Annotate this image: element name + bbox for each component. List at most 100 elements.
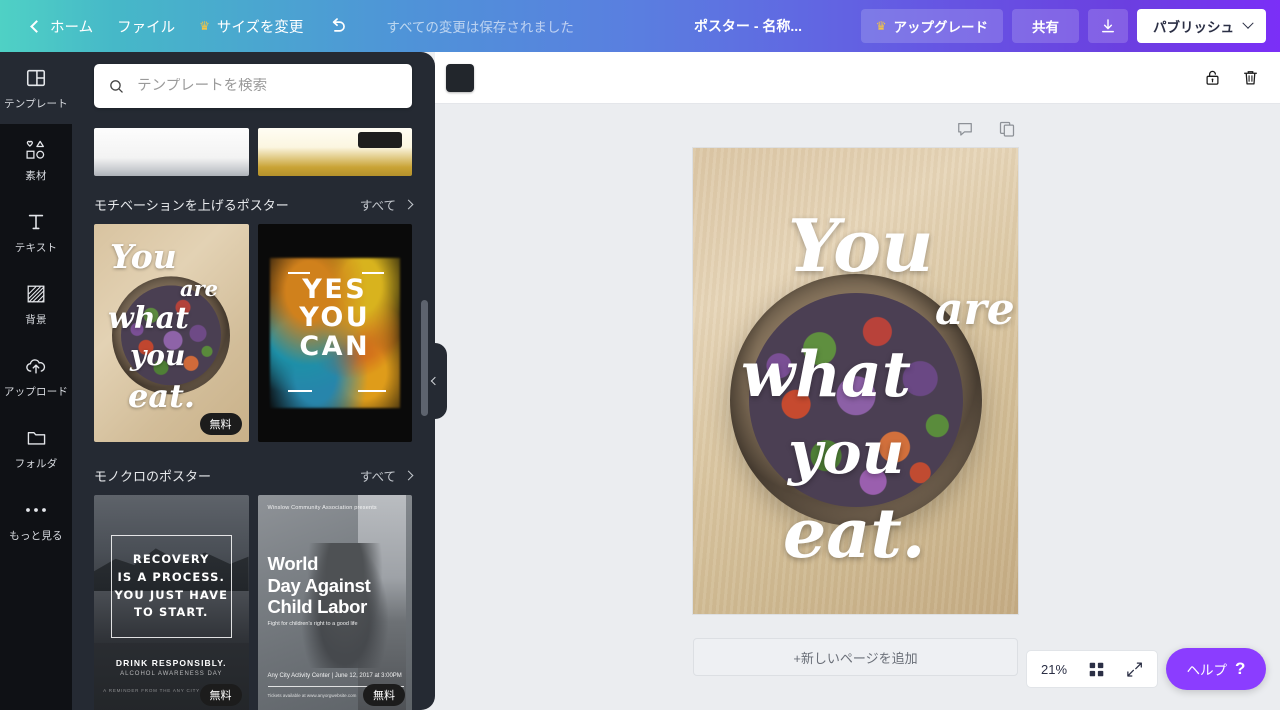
duplicate-icon [999,121,1015,137]
sidebar-label-templates: テンプレート [4,97,68,110]
unlock-icon [1205,70,1219,85]
color-swatch-button[interactable] [446,63,474,92]
sidebar-label-text: テキスト [14,241,58,254]
home-label: ホーム [50,19,94,36]
section-header-motivational: モチベーションを上げるポスター すべて [94,191,414,217]
download-button[interactable] [1088,9,1128,43]
template-row-motivational: You are what you eat. 無料 YES YOU CAN [94,224,412,442]
fullscreen-icon [1127,661,1142,677]
sidebar-label-folder: フォルダ [14,457,58,470]
duplicate-page-button[interactable] [997,119,1017,144]
sidebar-item-elements[interactable]: 素材 [0,124,72,196]
sidebar-item-background[interactable]: 背景 [0,268,72,340]
help-button[interactable]: ヘルプ ? [1166,648,1266,690]
template-text-line: Day Against [267,574,371,596]
delete-button[interactable] [1236,64,1264,92]
sidebar-label-uploads: アップロード [3,385,69,398]
file-menu-button[interactable]: ファイル [105,0,187,52]
sidebar-item-more[interactable]: もっと見る [0,484,72,556]
chevron-right-icon [403,199,414,209]
free-badge: 無料 [199,684,242,706]
folder-icon [25,426,48,450]
share-button[interactable]: 共有 [1012,9,1079,43]
templates-panel: モチベーションを上げるポスター すべて You are what you eat… [72,52,435,710]
crown-icon: ♛ [199,19,210,33]
template-thumb-partial-left[interactable] [94,128,249,176]
add-page-label: +新しいページを追加 [793,650,918,666]
template-text-block: World Day Against Child Labor [268,553,371,618]
text-icon [25,210,47,234]
template-thumb-recovery[interactable]: RECOVERY IS A PROCESS. YOU JUST HAVE TO … [94,495,249,710]
crown-icon: ♛ [875,19,887,33]
template-tickets-text: Tickets available at www.anyorgwebsite.c… [267,693,357,698]
template-thumb-partial-right[interactable] [258,128,412,176]
poster-text-line: are [935,284,1015,335]
grid-view-button[interactable] [1088,661,1105,678]
poster-text-line: you [788,418,905,487]
see-all-monochrome[interactable]: すべて [359,466,414,485]
template-text-line: you [130,339,186,372]
template-thumb-child-labor[interactable]: Winslow Community Association presents W… [257,495,412,710]
template-text-line: TO START. [134,605,209,620]
template-venue-text: Any City Activity Center | June 12, 2017… [267,673,402,679]
sidebar-item-templates[interactable]: テンプレート [0,52,72,124]
see-all-label: すべて [359,198,396,213]
publish-button[interactable]: パブリッシュ [1137,9,1266,43]
poster-canvas-page[interactable]: You are what you eat. [693,148,1018,614]
section-title: モノクロのポスター [94,468,212,484]
template-row-partial [94,128,412,176]
template-text-line: World [267,553,319,574]
upgrade-button[interactable]: ♛ アップグレード [860,9,1003,43]
help-label: ヘルプ [1186,663,1228,678]
template-text-line: You [110,237,177,276]
top-toolbar-actions: ♛ アップグレード 共有 パブリッシュ [860,9,1280,43]
see-all-label: すべて [359,469,396,484]
add-page-button[interactable]: +新しいページを追加 [693,638,1018,676]
search-icon [110,79,123,93]
template-thumb-yes-you-can[interactable]: YES YOU CAN [257,224,413,442]
template-text-line: IS A PROCESS. [117,569,226,584]
document-title[interactable]: ポスター - 名称... [694,16,802,36]
poster-text-line: You [788,203,934,288]
home-button[interactable]: ホーム [20,0,105,52]
free-badge: 無料 [199,413,242,435]
template-text-line: CAN [299,330,371,362]
decor-rule [287,390,312,392]
elements-icon [24,138,48,162]
sidebar-item-text[interactable]: テキスト [0,196,72,268]
undo-button[interactable] [315,0,360,52]
grid-view-icon [1089,662,1104,676]
resize-button[interactable]: ♛ サイズを変更 [187,0,315,52]
left-sidebar-rail: テンプレート 素材 テキスト 背景 アップロード フォルダ もっと見る [0,52,72,710]
template-presenter-text: Winslow Community Association presents [267,505,377,511]
fullscreen-button[interactable] [1126,661,1143,678]
template-text-line: YES [302,274,368,305]
poster-text-line: what [741,337,911,411]
template-text-block: RECOVERY IS A PROCESS. YOU JUST HAVE TO … [106,551,237,622]
template-text-line: Child Labor [267,596,368,618]
decor-rule [358,390,386,392]
file-label: ファイル [117,19,176,36]
template-text-block: YES YOU CAN [258,274,413,362]
template-footer-sub: ALCOHOL AWARENESS DAY [120,671,223,677]
sidebar-item-folder[interactable]: フォルダ [0,412,72,484]
chevron-left-icon [30,19,43,33]
template-thumb-you-are-what-you-eat[interactable]: You are what you eat. 無料 [94,224,249,442]
zoom-level-label[interactable]: 21% [1041,662,1067,677]
panel-scrollbar[interactable] [421,300,428,416]
share-label: 共有 [1032,20,1059,35]
undo-arrow-icon [333,17,346,32]
see-all-motivational[interactable]: すべて [359,195,414,214]
search-input[interactable] [137,78,398,94]
template-text-line: what [108,301,189,336]
comment-button[interactable] [955,119,975,144]
template-search-bar[interactable] [94,64,412,108]
sidebar-label-more: もっと見る [9,529,63,542]
template-text-line: YOU JUST HAVE [114,587,229,602]
template-footer-main: DRINK RESPONSIBLY. [115,658,227,668]
sidebar-item-uploads[interactable]: アップロード [0,340,72,412]
background-icon [25,282,47,306]
template-row-monochrome: RECOVERY IS A PROCESS. YOU JUST HAVE TO … [94,495,412,710]
template-text-line: are [180,276,219,301]
lock-button[interactable] [1198,64,1226,92]
